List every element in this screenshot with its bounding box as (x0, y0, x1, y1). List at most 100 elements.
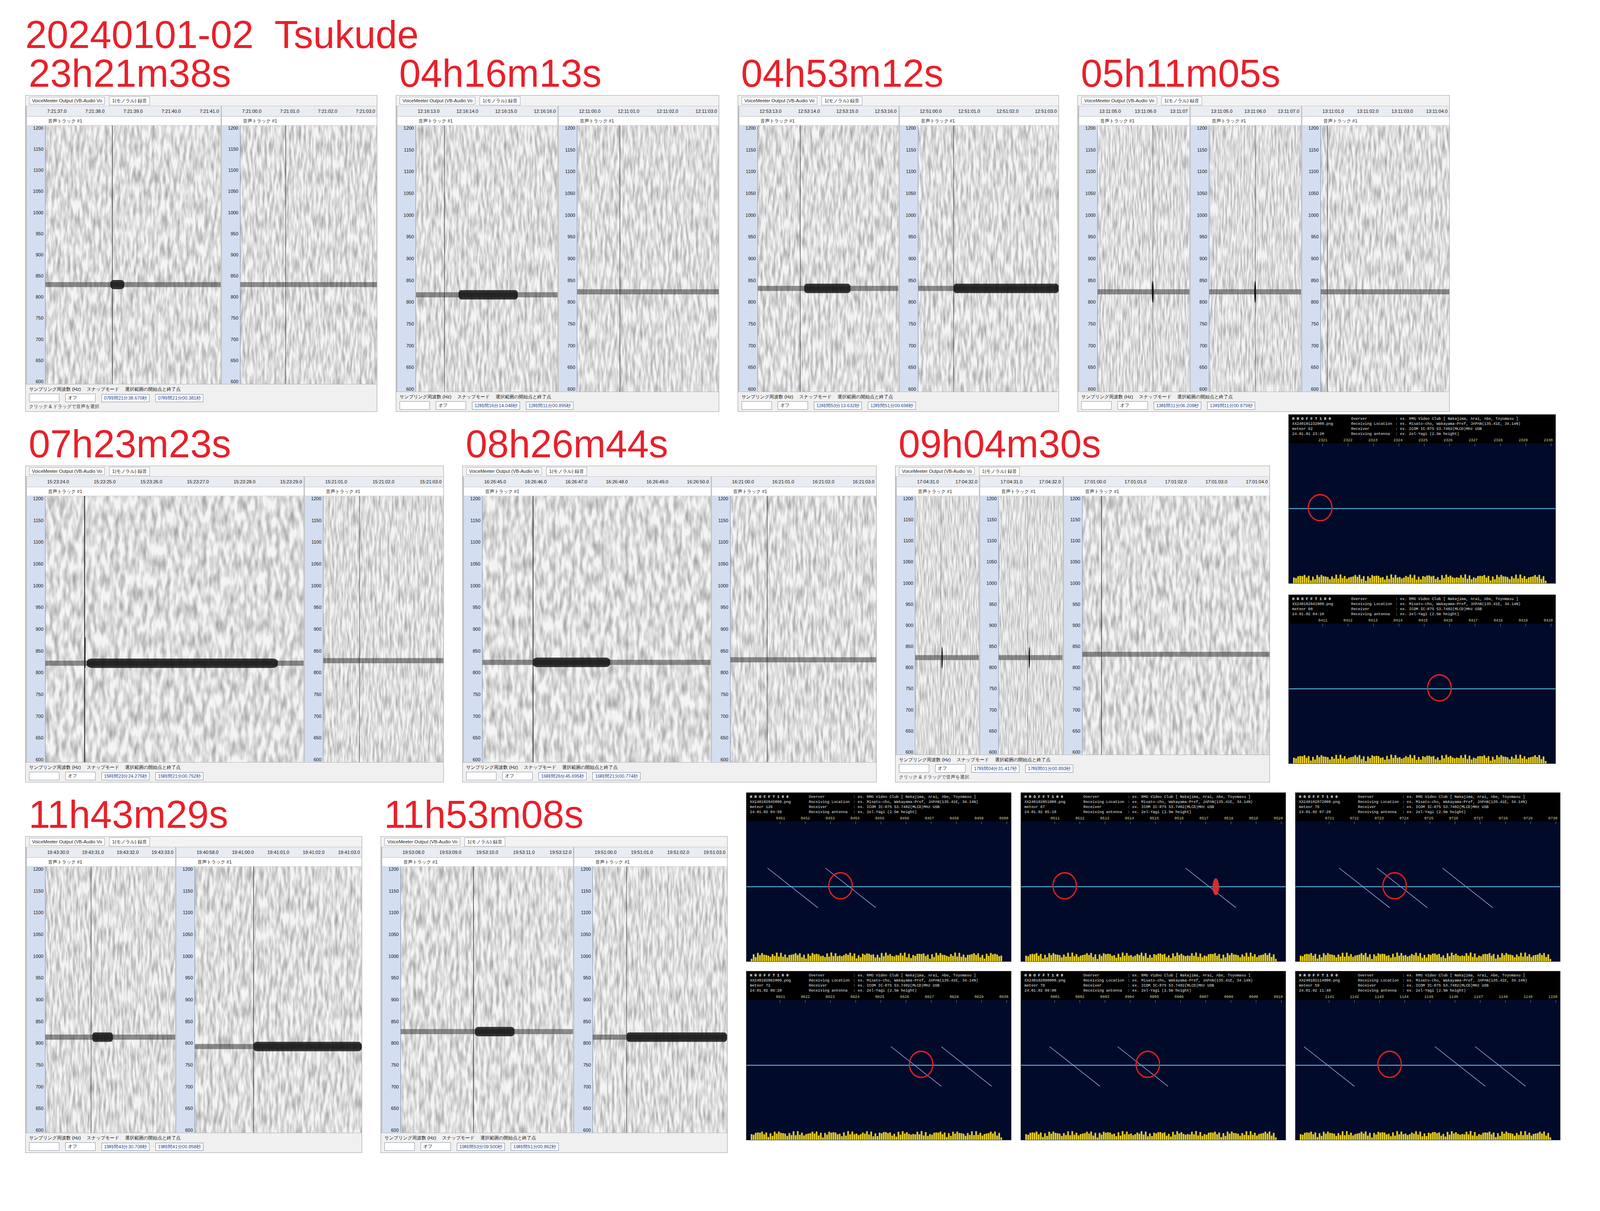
channel-select[interactable]: 1(モノラル) 録音 (1161, 96, 1203, 106)
selection-readout[interactable]: 19時間43分30.708秒 (101, 1142, 150, 1151)
time-ruler[interactable]: 7:21:37.07:21:38.07:21:39.07:21:40.07:21… (26, 106, 221, 117)
rate-select[interactable] (29, 1142, 60, 1151)
track-header[interactable]: 音声トラック #1 (304, 487, 444, 496)
time-ruler[interactable]: 12:53:13.012:53:14.012:53:15.012:53:16.0 (739, 106, 899, 117)
source-select[interactable]: VoiceMeeter Output (VB-Audio Vo (384, 837, 461, 846)
rate-select[interactable] (29, 393, 60, 403)
spectrogram[interactable] (323, 496, 444, 763)
spectrogram[interactable] (240, 125, 377, 384)
spectrogram[interactable] (592, 866, 728, 1133)
time-ruler[interactable]: 12:11:00.012:11:01.012:11:02.012:11:03.0 (558, 106, 719, 117)
track-header[interactable]: 音声トラック #1 (980, 487, 1063, 496)
spectrogram[interactable] (998, 496, 1063, 755)
channel-select[interactable]: 1(モノラル) 録音 (109, 466, 150, 476)
rate-select[interactable] (1081, 401, 1112, 410)
rate-select[interactable] (29, 771, 60, 781)
rate-select[interactable] (466, 771, 497, 781)
track-header[interactable]: 音声トラック #1 (397, 116, 558, 126)
selection-readout[interactable]: 15時間21分00.752秒 (155, 772, 204, 781)
source-select[interactable]: VoiceMeeter Output (VB-Audio Vo (741, 96, 818, 105)
spectrogram[interactable] (730, 496, 877, 763)
spectrogram[interactable] (757, 125, 899, 392)
channel-select[interactable]: 1(モノラル) 録音 (109, 96, 150, 106)
selection-readout[interactable]: 19時間53分09.500秒 (456, 1142, 505, 1151)
track-header[interactable]: 音声トラック #1 (176, 857, 362, 867)
source-select[interactable]: VoiceMeeter Output (VB-Audio Vo (29, 467, 105, 475)
time-ruler[interactable]: 17:04:31.017:04:32.0 (896, 476, 979, 488)
rate-select[interactable] (384, 1142, 415, 1151)
track-header[interactable]: 音声トラック #1 (558, 116, 719, 126)
snap-select[interactable]: オフ (777, 401, 808, 410)
selection-readout[interactable]: 17時間01分00.893秒 (1025, 764, 1074, 773)
track-header[interactable]: 音声トラック #1 (464, 487, 711, 496)
rate-select[interactable] (898, 764, 930, 773)
time-ruler[interactable]: 17:04:31.017:04:32.0 (980, 476, 1063, 488)
track-header[interactable]: 音声トラック #1 (26, 116, 221, 126)
spectrogram[interactable] (45, 866, 176, 1133)
channel-select[interactable]: 1(モノラル) 録音 (464, 837, 506, 847)
spectrogram[interactable] (1209, 125, 1302, 392)
source-select[interactable]: VoiceMeeter Output (VB-Audio Vo (466, 467, 542, 475)
spectrogram[interactable] (1097, 125, 1190, 392)
snap-select[interactable]: オフ (420, 1142, 451, 1151)
spectrogram[interactable] (194, 866, 362, 1133)
channel-select[interactable]: 1(モノラル) 録音 (978, 466, 1020, 476)
track-header[interactable]: 音声トラック #1 (574, 857, 728, 867)
time-ruler[interactable]: 13:11:05.013:11:06.013:11:07.0 (1190, 106, 1302, 117)
selection-readout[interactable]: 12時間11分00.895秒 (525, 401, 574, 410)
track-header[interactable]: 音声トラック #1 (899, 116, 1059, 126)
selection-readout[interactable]: 07時間21分38.670秒 (101, 394, 150, 403)
time-ruler[interactable]: 19:40:58.019:41:00.019:41:01.019:41:02.0… (176, 847, 362, 858)
time-ruler[interactable]: 16:21:00.016:21:01.016:21:02.016:21:03.0 (712, 476, 877, 488)
track-header[interactable]: 音声トラック #1 (26, 857, 176, 867)
time-ruler[interactable]: 19:43:30.019:43:31.019:43:32.019:43:33.0 (26, 847, 176, 858)
spectrogram[interactable] (1320, 125, 1450, 392)
snap-select[interactable]: オフ (65, 771, 96, 781)
time-ruler[interactable]: 19:51:00.019:51:01.019:51:02.019:51:03.0 (574, 847, 728, 858)
spectrogram[interactable] (45, 125, 221, 384)
spectrogram[interactable] (915, 496, 979, 755)
selection-readout[interactable]: 17時間04分31.417秒 (971, 764, 1020, 773)
snap-select[interactable]: オフ (935, 764, 966, 773)
channel-select[interactable]: 1(モノラル) 録音 (479, 96, 521, 106)
spectrogram[interactable] (45, 496, 304, 763)
track-header[interactable]: 音声トラック #1 (712, 487, 877, 496)
source-select[interactable]: VoiceMeeter Output (VB-Audio Vo (29, 96, 105, 105)
source-select[interactable]: VoiceMeeter Output (VB-Audio Vo (399, 96, 476, 105)
track-header[interactable]: 音声トラック #1 (896, 487, 979, 496)
spectrogram[interactable] (416, 125, 558, 392)
source-select[interactable]: VoiceMeeter Output (VB-Audio Vo (1081, 96, 1158, 105)
selection-readout[interactable]: 13時間11分00.879秒 (1207, 401, 1255, 410)
channel-select[interactable]: 1(モノラル) 録音 (821, 96, 863, 106)
snap-select[interactable]: オフ (435, 401, 467, 410)
snap-select[interactable]: オフ (1117, 401, 1148, 410)
track-header[interactable]: 音声トラック #1 (1190, 116, 1302, 126)
selection-readout[interactable]: 19時間41分00.858秒 (155, 1142, 204, 1151)
time-ruler[interactable]: 19:53:08.019:53:09.019:53:10.019:53:11.0… (382, 847, 574, 858)
snap-select[interactable]: オフ (65, 1142, 96, 1151)
selection-readout[interactable]: 12時間53分13.632秒 (813, 401, 862, 410)
track-header[interactable]: 音声トラック #1 (382, 857, 574, 867)
time-ruler[interactable]: 13:11:01.013:11:02.013:11:03.013:11:04.0 (1302, 106, 1450, 117)
rate-select[interactable] (399, 401, 430, 410)
channel-select[interactable]: 1(モノラル) 録音 (109, 837, 150, 847)
time-ruler[interactable]: 15:21:01.015:21:02.015:21:03.0 (304, 476, 444, 488)
source-select[interactable]: VoiceMeeter Output (VB-Audio Vo (29, 837, 105, 846)
time-ruler[interactable]: 15:23:24.015:23:25.015:23:26.015:23:27.0… (26, 476, 304, 488)
time-ruler[interactable]: 12:51:00.012:51:01.012:51:02.012:51:03.0 (899, 106, 1059, 117)
selection-readout[interactable]: 16時間21分00.774秒 (592, 772, 641, 781)
spectrogram[interactable] (482, 496, 711, 763)
spectrogram[interactable] (918, 125, 1059, 392)
track-header[interactable]: 音声トラック #1 (1064, 487, 1270, 496)
rate-select[interactable] (741, 401, 772, 410)
time-ruler[interactable]: 17:01:00.017:01:01.017:01:02.017:01:03.0… (1064, 476, 1270, 488)
track-header[interactable]: 音声トラック #1 (1079, 116, 1190, 126)
time-ruler[interactable]: 7:21:00.07:21:01.07:21:02.07:21:03.0 (221, 106, 377, 117)
time-ruler[interactable]: 16:26:45.016:26:46.016:26:47.016:26:48.0… (464, 476, 711, 488)
source-select[interactable]: VoiceMeeter Output (VB-Audio Vo (898, 467, 975, 475)
selection-readout[interactable]: 13時間11分06.208秒 (1153, 401, 1202, 410)
track-header[interactable]: 音声トラック #1 (26, 487, 304, 496)
selection-readout[interactable]: 07時間21分00.381秒 (155, 394, 204, 403)
selection-readout[interactable]: 12時間16分14.048秒 (472, 401, 520, 410)
time-ruler[interactable]: 13:11:05.013:11:06.013:11:07 (1079, 106, 1190, 117)
